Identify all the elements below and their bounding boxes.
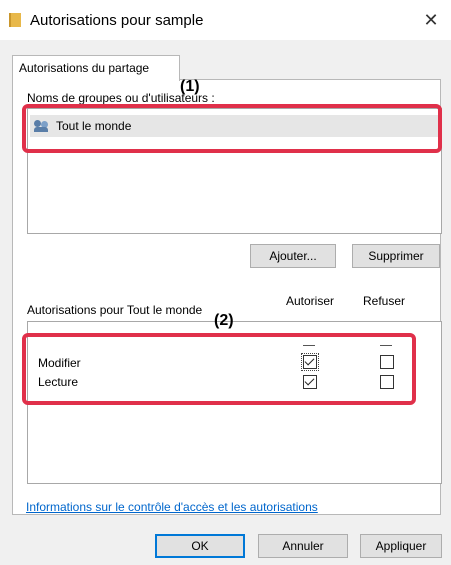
permissions-label: Autorisations pour Tout le monde (27, 303, 203, 317)
annotation-box-2 (22, 333, 416, 405)
deny-column-header: Refuser (363, 294, 406, 308)
ok-button[interactable]: OK (155, 534, 245, 558)
close-button[interactable]: ✕ (419, 9, 443, 31)
folder-icon (9, 13, 21, 27)
tab-label: Autorisations du partage (19, 61, 150, 75)
tab-share-permissions[interactable]: Autorisations du partage (12, 55, 180, 81)
annotation-marker-2: (2) (214, 312, 234, 329)
title-bar: Autorisations pour sample ✕ (0, 0, 451, 40)
annotation-box-1 (22, 104, 442, 153)
allow-column-header: Autoriser (286, 294, 335, 308)
annotation-marker-1: (1) (180, 78, 200, 95)
apply-button[interactable]: Appliquer (360, 534, 442, 558)
cancel-button[interactable]: Annuler (258, 534, 348, 558)
remove-button[interactable]: Supprimer (352, 244, 440, 268)
access-control-help-link[interactable]: Informations sur le contrôle d'accès et … (26, 500, 318, 514)
add-button[interactable]: Ajouter... (250, 244, 336, 268)
window-title: Autorisations pour sample (30, 12, 204, 29)
